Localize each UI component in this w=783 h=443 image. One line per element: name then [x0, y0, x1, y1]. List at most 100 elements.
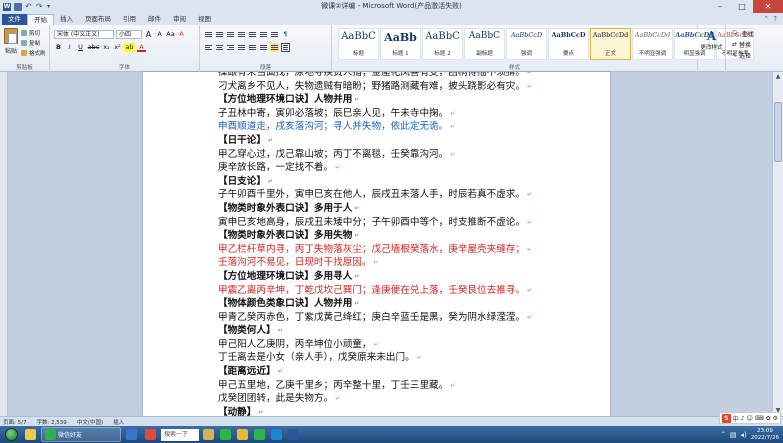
- tab-insert[interactable]: 插入: [54, 14, 79, 25]
- clock[interactable]: 23:09 2022/7/26: [751, 428, 779, 441]
- scroll-up-icon[interactable]: ▲: [773, 72, 783, 82]
- copy-button[interactable]: 复制: [21, 39, 40, 47]
- ime-mode[interactable]: 中: [733, 414, 739, 423]
- cut-button[interactable]: 剪切: [21, 29, 40, 37]
- cloud-app-icon[interactable]: [271, 429, 282, 440]
- style-title[interactable]: AaBbC 标题: [338, 28, 379, 60]
- tab-references[interactable]: 引用: [117, 14, 142, 25]
- superscript-button[interactable]: x²: [113, 43, 122, 52]
- increase-indent-icon[interactable]: [248, 30, 257, 39]
- borders-icon[interactable]: [281, 43, 290, 52]
- underline-button[interactable]: U: [76, 43, 85, 52]
- show-marks-button[interactable]: ¶: [281, 30, 290, 39]
- taskbar-app[interactable]: [123, 427, 140, 442]
- shading-icon[interactable]: [270, 43, 279, 52]
- doc-text-line[interactable]: 庚辛放长路，一定找不着。: [218, 161, 598, 175]
- explorer-icon[interactable]: [203, 429, 214, 440]
- tray-chevron-icon[interactable]: ⌃: [721, 431, 726, 438]
- doc-text-line[interactable]: 戊癸团团转，此是失物方。: [218, 392, 598, 406]
- style-subtitle[interactable]: AaBbC 副标题: [464, 28, 505, 60]
- redo-icon[interactable]: ↷: [36, 2, 44, 11]
- shrink-font-button[interactable]: A: [155, 30, 164, 39]
- doc-heading-line[interactable]: 【物类时象外表口诀】多用失物: [218, 229, 598, 243]
- taskbar-app[interactable]: [22, 427, 39, 442]
- italic-button[interactable]: I: [65, 43, 74, 52]
- network-icon[interactable]: ▤: [730, 431, 737, 439]
- align-center-icon[interactable]: [215, 43, 224, 52]
- word-icon[interactable]: [288, 429, 299, 440]
- taskbar-app[interactable]: [142, 427, 159, 442]
- customize-qat-icon[interactable]: ▾: [47, 3, 55, 11]
- doc-text-line[interactable]: 刁犬离乡不见人，失物遗贼有暗盼；野猪路测藏有难，披头跷影必有灾。: [218, 80, 598, 94]
- doc-text-line[interactable]: 子丑林中寄，寅卯必落坡；辰巳亲人见，午未寺中掬。: [218, 107, 598, 121]
- chrome-alt-icon[interactable]: [237, 429, 248, 440]
- start-button[interactable]: [0, 426, 22, 443]
- tab-mailings[interactable]: 邮件: [142, 14, 167, 25]
- chrome-icon[interactable]: [220, 429, 231, 440]
- doc-text-line[interactable]: 甲乙栏杆草内寻，丙丁失物落灰尘；戊己墙根癸落水，庚辛屋壳夹缝存；: [218, 243, 598, 257]
- doc-heading-line[interactable]: 【物类何人】: [218, 324, 598, 338]
- taskbar-wechat-window[interactable]: 微信好友: [41, 427, 121, 442]
- style-heading-1[interactable]: AaBb 标题 1: [380, 28, 421, 60]
- doc-heading-line[interactable]: 【日干论】: [218, 134, 598, 148]
- style-normal[interactable]: AaBbCcDd 正文: [590, 28, 631, 60]
- bullets-icon[interactable]: [204, 30, 213, 39]
- doc-text-line[interactable]: 甲己五里地，乙庚千里乡；丙辛整十里，丁壬三里藏。: [218, 379, 598, 393]
- taskbar-search[interactable]: 搜索一下: [161, 428, 199, 441]
- doc-heading-line[interactable]: 【物体颜色类象口诀】人物并用: [218, 297, 598, 311]
- ime-toolbar[interactable]: S 中 ♪ ☺ ⌨ ✿ ⚙: [718, 412, 781, 424]
- doc-heading-line[interactable]: 【方位地理环境口诀】多用寻人: [218, 270, 598, 284]
- distributed-icon[interactable]: [248, 43, 257, 52]
- tab-file[interactable]: 文件: [2, 14, 27, 25]
- select-button[interactable]: ↖ 选择: [732, 51, 751, 60]
- sort-icon[interactable]: [270, 30, 279, 39]
- change-styles-button[interactable]: A 更改样式: [698, 25, 726, 72]
- bold-button[interactable]: B: [54, 43, 63, 52]
- doc-heading-line[interactable]: 【日支论】: [218, 175, 598, 189]
- find-button[interactable]: 🔍︎ 查找: [732, 29, 754, 38]
- close-button[interactable]: ✕: [753, 0, 783, 13]
- doc-text-line[interactable]: 子午卯酉千里外，寅申巳亥在他人，辰戌丑未落人手，时辰若真不虚求。: [218, 188, 598, 202]
- doc-text-line[interactable]: 丁壬离去是小女（亲人手），戊癸原来未出门。: [218, 351, 598, 365]
- numbering-icon[interactable]: [215, 30, 224, 39]
- highlight-button[interactable]: ab: [124, 43, 135, 52]
- style-strong[interactable]: AaBbCcD 要点: [548, 28, 589, 60]
- style-subtle-emphasis[interactable]: AaBbCcDd 不明显强调: [632, 28, 673, 60]
- volume-icon[interactable]: ◂): [741, 431, 747, 439]
- multilevel-list-icon[interactable]: [226, 30, 235, 39]
- justify-icon[interactable]: [237, 43, 246, 52]
- document-body[interactable]: 操跟有来当面找，原地寻疾费人指；金屋花凤喜有变，困桐得插不须猜。刁犬离乡不见人，…: [218, 72, 598, 416]
- doc-heading-line[interactable]: 【方位地理环境口诀】人物并用: [218, 93, 598, 107]
- line-spacing-icon[interactable]: [259, 43, 268, 52]
- doc-heading-line[interactable]: 【物类时象外表口诀】多用于人: [218, 202, 598, 216]
- doc-heading-line[interactable]: 【动静】: [218, 406, 598, 416]
- doc-heading-line[interactable]: 【距离远近】: [218, 365, 598, 379]
- subscript-button[interactable]: x₂: [102, 43, 111, 52]
- format-painter-button[interactable]: 格式刷: [21, 49, 46, 57]
- tab-view[interactable]: 视图: [192, 14, 217, 25]
- tab-page-layout[interactable]: 页面布局: [79, 14, 117, 25]
- clear-format-button[interactable]: A: [177, 30, 186, 39]
- sogou-logo-icon[interactable]: S: [721, 413, 731, 423]
- tab-review[interactable]: 审阅: [167, 14, 192, 25]
- wechat-pinned-icon[interactable]: [254, 429, 265, 440]
- status-page[interactable]: 页面: 5/7: [3, 418, 26, 426]
- font-name-combo[interactable]: 宋体 (中文正文): [54, 30, 114, 39]
- ime-keyboard-icon[interactable]: ⌨: [755, 415, 764, 422]
- ime-voice-icon[interactable]: ♪: [741, 415, 745, 422]
- font-size-combo[interactable]: 小四: [116, 30, 142, 39]
- style-emphasis[interactable]: AaBbCcD 强调: [506, 28, 547, 60]
- font-color-button[interactable]: A: [137, 43, 146, 52]
- word-logo-icon[interactable]: W: [3, 2, 11, 11]
- doc-text-line[interactable]: 操跟有来当面找，原地寻疾费人指；金屋花凤喜有变，困桐得插不须猜。: [218, 72, 598, 80]
- undo-icon[interactable]: ↶: [25, 2, 33, 11]
- doc-text-line[interactable]: 甲己阳人乙庚阴，丙辛坤位小顽童，: [218, 338, 598, 352]
- style-heading-2[interactable]: AaBbC 标题 2: [422, 28, 463, 60]
- doc-text-line[interactable]: 申酉顺道走，戌亥落沟河；寻人并失物，依此定无诡。: [218, 120, 598, 134]
- change-case-button[interactable]: Aa: [166, 30, 175, 39]
- ime-skin-icon[interactable]: ✿: [766, 415, 771, 422]
- minimize-button[interactable]: –: [709, 0, 731, 13]
- grow-font-button[interactable]: A: [144, 30, 153, 39]
- align-left-icon[interactable]: [204, 43, 213, 52]
- doc-text-line[interactable]: 甲青乙癸丙赤色，丁紫戊黄己绛红；庚白辛蓝壬是黑，癸为阴水绿滢滢。: [218, 311, 598, 325]
